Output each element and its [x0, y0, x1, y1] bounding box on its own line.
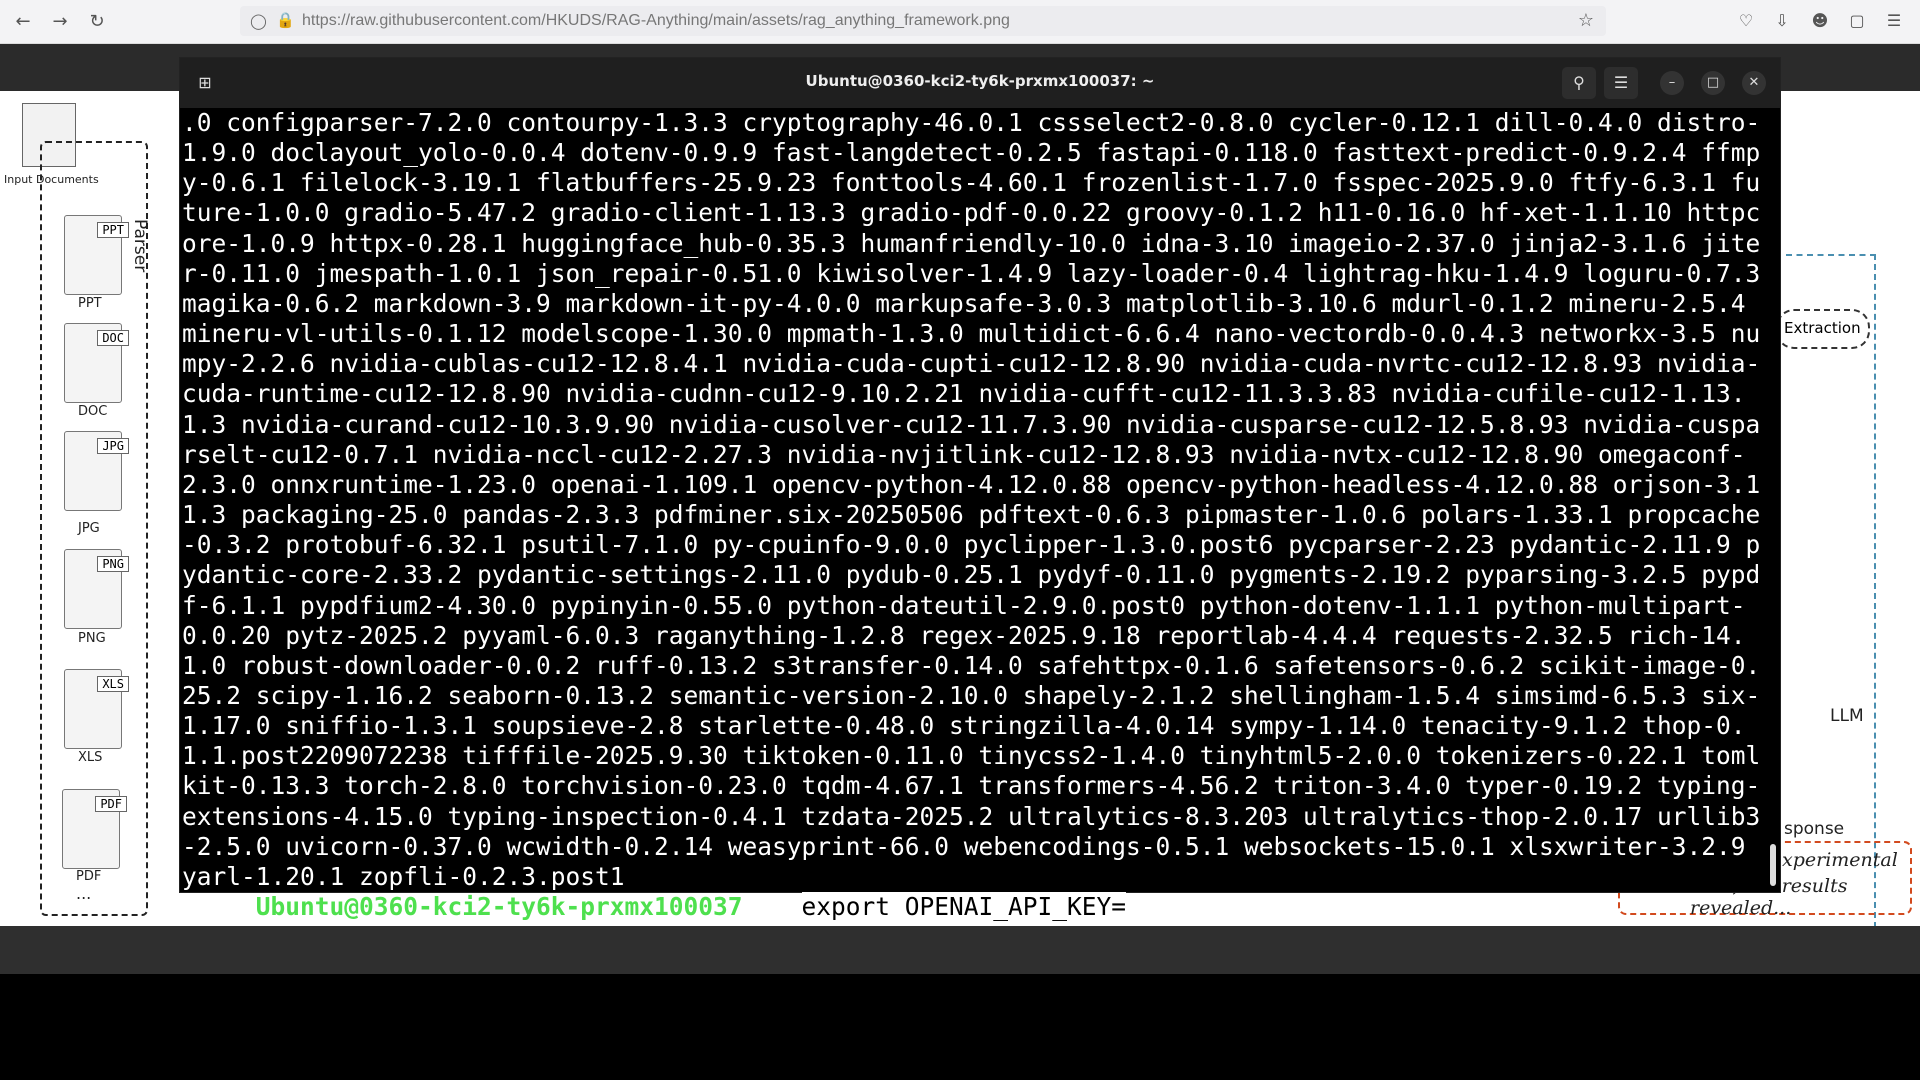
- page-footer-strip: [0, 926, 1920, 974]
- prompt-user-host: Ubuntu@0360-kci2-ty6k-prxmx100037: [255, 892, 743, 922]
- terminal-title: Ubuntu@0360-kci2-ty6k-prxmx100037: ~: [805, 72, 1155, 90]
- doc-document-icon: DOC: [64, 323, 129, 403]
- maximize-icon[interactable]: □: [1701, 71, 1725, 95]
- terminal-window[interactable]: ⊞ Ubuntu@0360-kci2-ty6k-prxmx100037: ~ ⚲…: [180, 58, 1780, 922]
- pocket-icon[interactable]: ♡: [1734, 9, 1758, 33]
- prompt-env: (ai): [182, 892, 256, 922]
- search-icon[interactable]: ⚲: [1562, 67, 1596, 99]
- doc-label: DOC: [78, 404, 108, 419]
- response-label: sponse: [1784, 819, 1845, 839]
- terminal-scrollbar[interactable]: [1770, 844, 1776, 886]
- minimize-icon[interactable]: –: [1660, 71, 1684, 95]
- hamburger-menu-icon[interactable]: ☰: [1604, 67, 1638, 99]
- pip-install-output: .0 configparser-7.2.0 contourpy-1.3.3 cr…: [182, 108, 1776, 891]
- jpg-label: JPG: [78, 521, 100, 536]
- more-ellipsis: ...: [76, 884, 92, 903]
- close-icon[interactable]: ✕: [1742, 71, 1766, 95]
- arrow-right-icon[interactable]: →: [47, 9, 73, 35]
- address-bar[interactable]: ◯ 🔒 https://raw.githubusercontent.com/HK…: [240, 6, 1606, 36]
- terminal-output: .0 configparser-7.2.0 contourpy-1.3.3 cr…: [182, 108, 1772, 922]
- download-icon[interactable]: ⇩: [1770, 9, 1794, 33]
- llm-label: LLM: [1830, 706, 1864, 726]
- jpg-document-icon: JPG: [64, 431, 129, 511]
- xls-document-icon: XLS: [64, 669, 129, 749]
- arrow-left-icon[interactable]: ←: [10, 9, 36, 35]
- extensions-icon[interactable]: ▢: [1845, 9, 1869, 33]
- terminal-body[interactable]: .0 configparser-7.2.0 contourpy-1.3.3 cr…: [180, 108, 1780, 922]
- parser-label: Parser: [130, 219, 150, 273]
- pdf-label: PDF: [76, 869, 102, 884]
- lock-icon[interactable]: 🔒: [276, 11, 295, 29]
- shield-icon[interactable]: ◯: [250, 12, 267, 30]
- command-input[interactable]: export OPENAI_API_KEY=: [801, 892, 1127, 922]
- prompt-suffix: :~$: [742, 892, 802, 922]
- terminal-titlebar[interactable]: ⊞ Ubuntu@0360-kci2-ty6k-prxmx100037: ~ ⚲…: [180, 58, 1780, 108]
- browser-toolbar: ← → ↻ ◯ 🔒 https://raw.githubusercontent.…: [0, 0, 1920, 44]
- account-icon[interactable]: ☻: [1808, 9, 1832, 33]
- extraction-box: Extraction: [1776, 309, 1870, 349]
- bookmark-star-icon[interactable]: ☆: [1578, 10, 1594, 31]
- xls-label: XLS: [78, 750, 103, 765]
- extraction-label: Extraction: [1784, 319, 1861, 337]
- png-label: PNG: [78, 631, 106, 646]
- pdf-document-icon: PDF: [62, 789, 127, 869]
- menu-icon[interactable]: ☰: [1882, 9, 1906, 33]
- png-document-icon: PNG: [64, 549, 129, 629]
- url-text[interactable]: https://raw.githubusercontent.com/HKUDS/…: [302, 12, 1010, 30]
- ppt-label: PPT: [78, 296, 102, 311]
- ppt-document-icon: PPT: [64, 215, 129, 295]
- experimental-text: xperimental: [1782, 849, 1898, 871]
- reload-icon[interactable]: ↻: [84, 9, 110, 35]
